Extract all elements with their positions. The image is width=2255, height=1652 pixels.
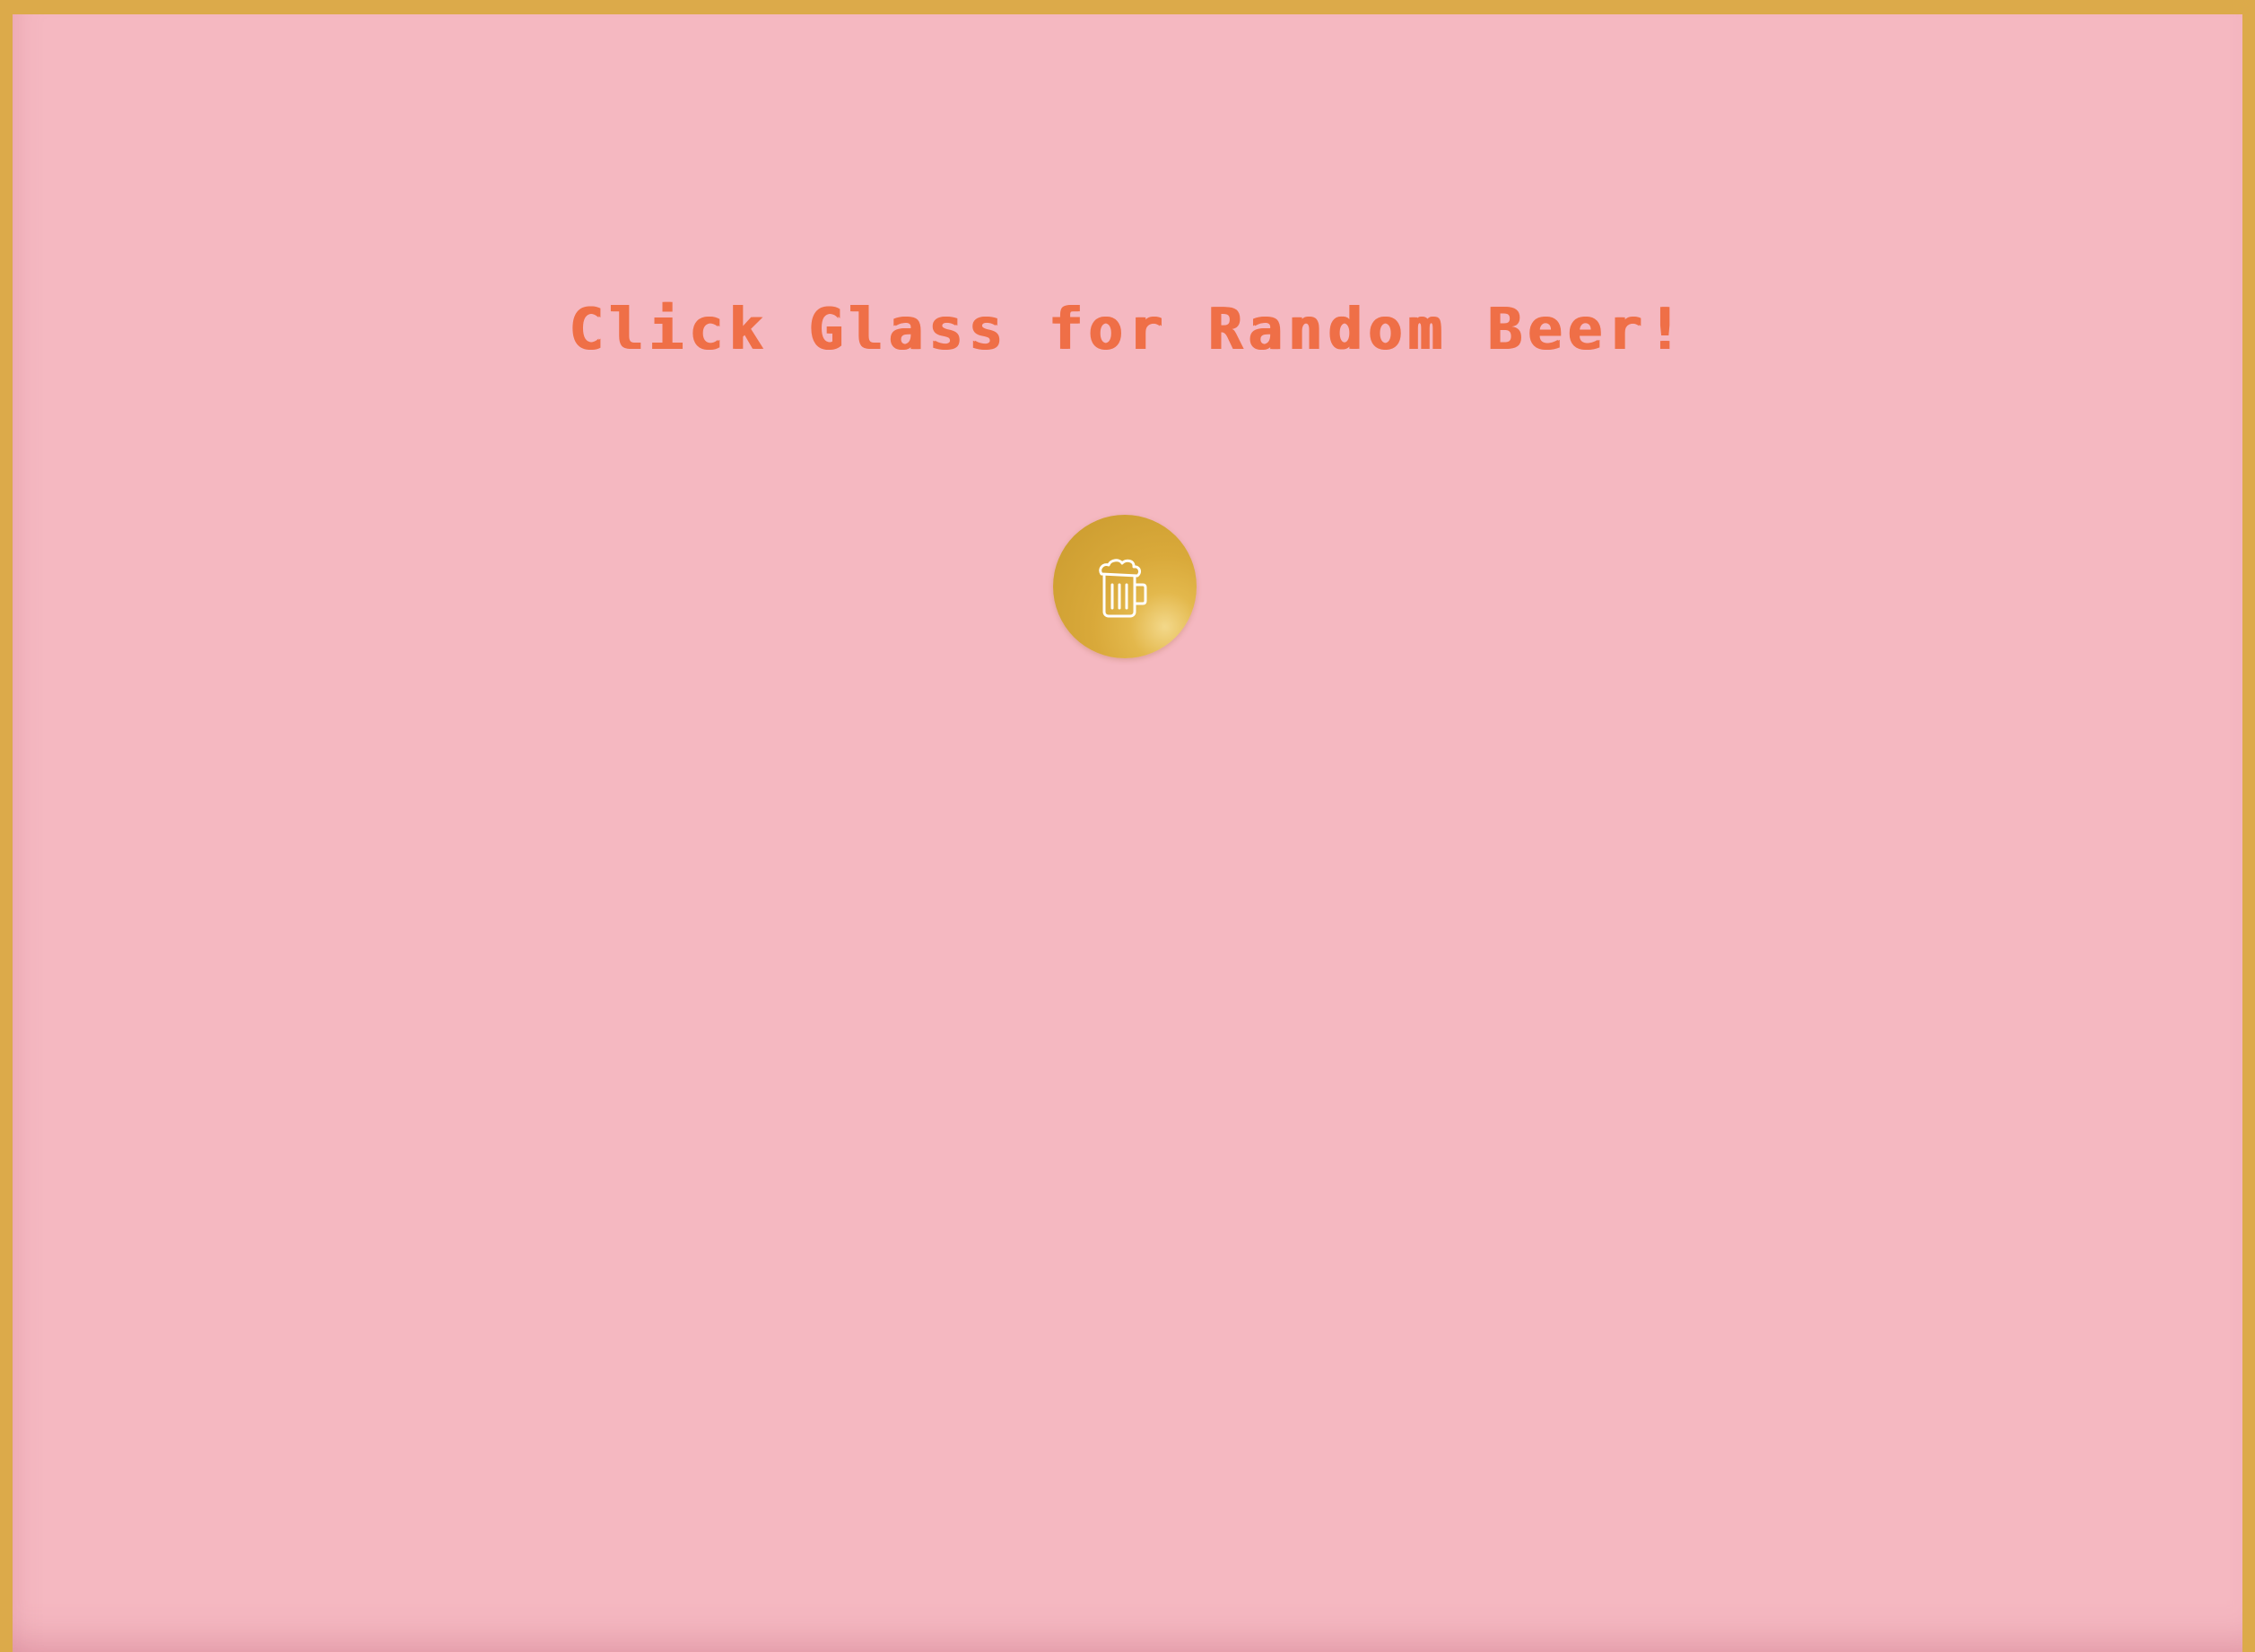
random-beer-button[interactable] — [1053, 515, 1197, 658]
beer-mug-icon — [1091, 552, 1159, 621]
page-title: Click Glass for Random Beer! — [568, 297, 1687, 363]
page-frame: Click Glass for Random Beer! — [13, 14, 2242, 1652]
